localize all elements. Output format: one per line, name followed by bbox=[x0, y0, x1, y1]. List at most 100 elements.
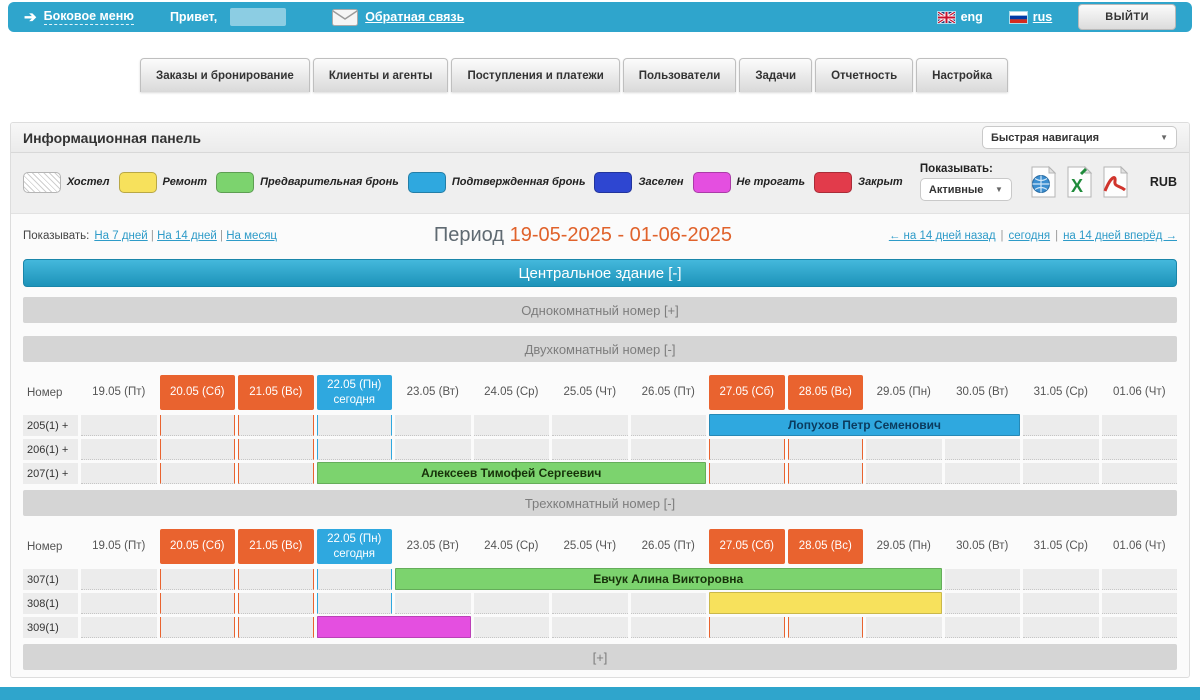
day-cell[interactable] bbox=[945, 617, 1021, 638]
today-link[interactable]: сегодня bbox=[1009, 230, 1051, 242]
day-cell[interactable] bbox=[709, 463, 785, 484]
day-cell[interactable] bbox=[160, 593, 236, 614]
day-cell[interactable] bbox=[238, 593, 314, 614]
day-cell[interactable] bbox=[1102, 593, 1178, 614]
nav-tab[interactable]: Отчетность bbox=[815, 58, 913, 92]
day-cell[interactable] bbox=[395, 439, 471, 460]
nav-tab[interactable]: Пользователи bbox=[623, 58, 737, 92]
day-cell[interactable] bbox=[160, 415, 236, 436]
show-filter-select[interactable]: Активные▼ bbox=[920, 178, 1012, 201]
day-cell[interactable] bbox=[317, 593, 393, 614]
lang-eng[interactable]: eng bbox=[961, 10, 983, 24]
booking-bar[interactable] bbox=[317, 616, 471, 638]
day-cell[interactable] bbox=[866, 617, 942, 638]
day-cell[interactable] bbox=[238, 415, 314, 436]
day-cell[interactable] bbox=[317, 569, 393, 590]
day-cell[interactable] bbox=[1023, 569, 1099, 590]
nav-tab[interactable]: Поступления и платежи bbox=[451, 58, 619, 92]
day-cell[interactable] bbox=[945, 569, 1021, 590]
booking-bar[interactable] bbox=[709, 592, 942, 614]
day-cell[interactable] bbox=[81, 439, 157, 460]
range-link[interactable]: На месяц bbox=[226, 230, 277, 242]
section-bar-collapsed-bottom[interactable]: [+] bbox=[23, 644, 1177, 670]
building-header-bar[interactable]: Центральное здание [-] bbox=[23, 259, 1177, 287]
day-cell[interactable] bbox=[552, 617, 628, 638]
pdf-export-icon[interactable] bbox=[1100, 166, 1130, 198]
day-cell[interactable] bbox=[395, 593, 471, 614]
room-label[interactable]: 205(1) + bbox=[23, 415, 78, 436]
html-export-icon[interactable] bbox=[1028, 166, 1058, 198]
day-cell[interactable] bbox=[866, 439, 942, 460]
day-cell[interactable] bbox=[631, 415, 707, 436]
room-label[interactable]: 309(1) bbox=[23, 617, 78, 638]
nav-tab[interactable]: Клиенты и агенты bbox=[313, 58, 449, 92]
day-cell[interactable] bbox=[1102, 439, 1178, 460]
day-cell[interactable] bbox=[238, 463, 314, 484]
day-cell[interactable] bbox=[945, 463, 1021, 484]
day-cell[interactable] bbox=[160, 569, 236, 590]
section-bar-one-room[interactable]: Однокомнатный номер [+] bbox=[23, 297, 1177, 323]
quick-navigation-select[interactable]: Быстрая навигация▼ bbox=[982, 126, 1177, 149]
excel-export-icon[interactable]: X bbox=[1064, 166, 1094, 198]
nav-tab[interactable]: Задачи bbox=[739, 58, 812, 92]
day-cell[interactable] bbox=[945, 593, 1021, 614]
day-cell[interactable] bbox=[395, 415, 471, 436]
day-cell[interactable] bbox=[160, 439, 236, 460]
day-cell[interactable] bbox=[866, 463, 942, 484]
day-cell[interactable] bbox=[552, 439, 628, 460]
day-cell[interactable] bbox=[552, 415, 628, 436]
room-label[interactable]: 308(1) bbox=[23, 593, 78, 614]
day-cell[interactable] bbox=[1023, 415, 1099, 436]
day-cell[interactable] bbox=[1023, 439, 1099, 460]
feedback-link[interactable]: Обратная связь bbox=[365, 10, 464, 24]
day-cell[interactable] bbox=[81, 617, 157, 638]
day-cell[interactable] bbox=[1023, 617, 1099, 638]
room-label[interactable]: 206(1) + bbox=[23, 439, 78, 460]
lang-rus[interactable]: rus bbox=[1033, 10, 1052, 24]
day-cell[interactable] bbox=[552, 593, 628, 614]
day-cell[interactable] bbox=[474, 439, 550, 460]
day-cell[interactable] bbox=[1023, 463, 1099, 484]
day-cell[interactable] bbox=[160, 617, 236, 638]
day-cell[interactable] bbox=[474, 593, 550, 614]
day-cell[interactable] bbox=[81, 463, 157, 484]
day-cell[interactable] bbox=[474, 617, 550, 638]
day-cell[interactable] bbox=[81, 415, 157, 436]
back-14-days-link[interactable]: ← на 14 дней назад bbox=[889, 230, 996, 242]
booking-bar[interactable]: Лопухов Петр Семенович bbox=[709, 414, 1020, 436]
day-cell[interactable] bbox=[317, 439, 393, 460]
day-cell[interactable] bbox=[709, 617, 785, 638]
logout-button[interactable]: ВЫЙТИ bbox=[1078, 4, 1176, 30]
day-cell[interactable] bbox=[1102, 569, 1178, 590]
side-menu-link[interactable]: Боковое меню bbox=[44, 9, 134, 25]
day-cell[interactable] bbox=[1102, 617, 1178, 638]
day-cell[interactable] bbox=[1102, 415, 1178, 436]
day-cell[interactable] bbox=[317, 415, 393, 436]
booking-bar[interactable]: Евчук Алина Викторовна bbox=[395, 568, 942, 590]
day-cell[interactable] bbox=[238, 617, 314, 638]
day-cell[interactable] bbox=[631, 439, 707, 460]
day-cell[interactable] bbox=[1023, 593, 1099, 614]
day-cell[interactable] bbox=[631, 617, 707, 638]
day-cell[interactable] bbox=[1102, 463, 1178, 484]
range-link[interactable]: На 7 дней bbox=[94, 230, 147, 242]
day-cell[interactable] bbox=[238, 569, 314, 590]
day-cell[interactable] bbox=[81, 569, 157, 590]
day-cell[interactable] bbox=[945, 439, 1021, 460]
room-label[interactable]: 307(1) bbox=[23, 569, 78, 590]
day-cell[interactable] bbox=[81, 593, 157, 614]
day-cell[interactable] bbox=[788, 439, 864, 460]
day-cell[interactable] bbox=[709, 439, 785, 460]
day-cell[interactable] bbox=[788, 463, 864, 484]
section-bar-two-room[interactable]: Двухкомнатный номер [-] bbox=[23, 336, 1177, 362]
day-cell[interactable] bbox=[474, 415, 550, 436]
day-cell[interactable] bbox=[238, 439, 314, 460]
day-cell[interactable] bbox=[160, 463, 236, 484]
day-cell[interactable] bbox=[631, 593, 707, 614]
nav-tab[interactable]: Заказы и бронирование bbox=[140, 58, 310, 92]
nav-tab[interactable]: Настройка bbox=[916, 58, 1008, 92]
uk-flag-icon[interactable] bbox=[937, 11, 956, 24]
range-link[interactable]: На 14 дней bbox=[157, 230, 217, 242]
day-cell[interactable] bbox=[788, 617, 864, 638]
section-bar-three-room[interactable]: Трехкомнатный номер [-] bbox=[23, 490, 1177, 516]
